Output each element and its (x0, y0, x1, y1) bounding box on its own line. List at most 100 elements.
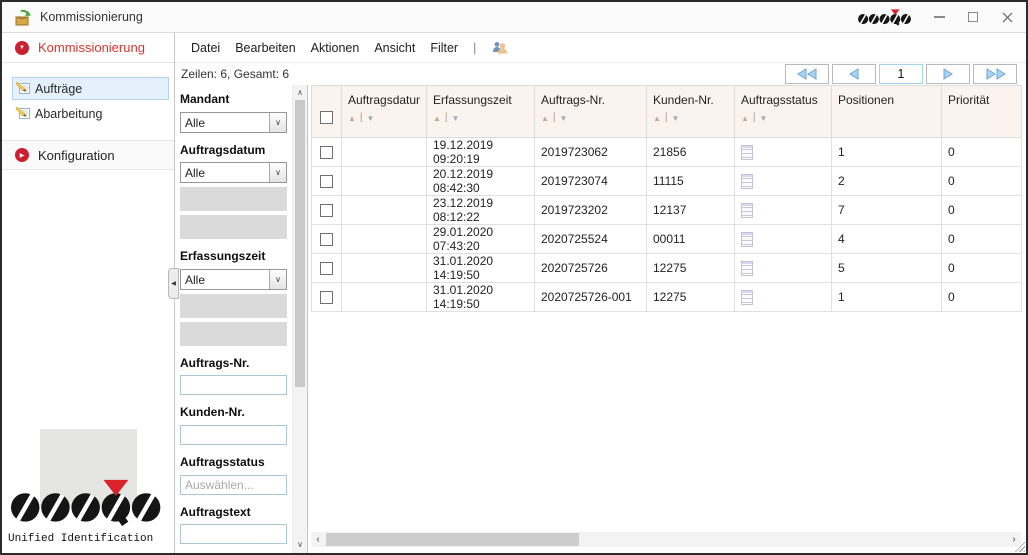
page-number-input[interactable]: 1 (879, 64, 923, 84)
sidebar-section-kommissionierung[interactable]: ▼ Kommissionierung (2, 33, 174, 63)
sidebar-section-konfiguration[interactable]: ▶ Konfiguration (2, 140, 174, 170)
scroll-up-icon[interactable]: ∧ (293, 86, 307, 100)
column-label: Auftrags-Nr. (541, 93, 640, 107)
sidebar: ▼ Kommissionierung Aufträge Abarbeitung ▶… (2, 33, 175, 553)
maximize-button[interactable] (964, 8, 982, 26)
prev-page-button[interactable] (832, 64, 876, 84)
sidebar-item-label: Aufträge (35, 82, 82, 96)
select-value: Alle (181, 270, 269, 289)
filter-label-erfassungszeit: Erfassungszeit (180, 249, 288, 265)
first-page-button[interactable] (785, 64, 829, 84)
row-select-cell (312, 167, 342, 196)
filter-input-auftrags-nr[interactable] (180, 375, 287, 395)
package-icon (12, 9, 32, 26)
filter-input-auftragsstatus[interactable] (180, 475, 287, 495)
cell-prioritat: 0 (942, 196, 1022, 225)
column-header-auftrags-nr[interactable]: Auftrags-Nr. ▲ | ▼ (535, 86, 647, 138)
sort-controls: ▲|▼ (741, 114, 825, 123)
sort-descending-icon[interactable]: ▼ (452, 115, 460, 123)
row-checkbox[interactable] (320, 146, 333, 159)
sort-ascending-icon[interactable]: ▲ (653, 115, 661, 123)
column-header-positionen: Positionen (832, 86, 942, 138)
sort-descending-icon[interactable]: ▼ (672, 115, 680, 123)
table-h-scrollbar[interactable]: ‹ › (311, 532, 1021, 547)
sidebar-section-label: Kommissionierung (38, 40, 145, 55)
cell-positionen: 5 (832, 254, 942, 283)
sort-ascending-icon[interactable]: ▲ (541, 115, 549, 123)
table-h-scrollbar-thumb[interactable] (326, 533, 579, 546)
filter-scrollbar[interactable]: ∧ ∨ (292, 85, 307, 553)
orders-table-area: Auftragsdatum▲|▼Erfassungszeit▲|▼Auftrag… (308, 85, 1026, 553)
filter-scrollbar-thumb[interactable] (295, 100, 305, 387)
column-header-auftragsstatus[interactable]: Auftragsstatus▲|▼ (735, 86, 832, 138)
column-header-erfassungszeit[interactable]: Erfassungszeit▲|▼ (427, 86, 535, 138)
document-icon (741, 232, 753, 247)
menu-item-datei[interactable]: Datei (191, 41, 220, 55)
cell-auftragsstatus (735, 167, 832, 196)
select-value: Alle (181, 113, 269, 132)
cell-auftrags-nr: 2019723202 (535, 196, 647, 225)
document-icon (741, 145, 753, 160)
filter-select-mandant[interactable]: Alle∨ (180, 112, 287, 133)
content-area: DateiBearbeitenAktionenAnsichtFilter | Z… (175, 33, 1026, 553)
filter-select-auftragsdatum[interactable]: Alle∨ (180, 162, 287, 183)
section-collapsed-icon: ▶ (15, 148, 29, 162)
menu-item-aktionen[interactable]: Aktionen (311, 41, 360, 55)
row-checkbox[interactable] (320, 262, 333, 275)
row-checkbox[interactable] (320, 204, 333, 217)
sort-descending-icon[interactable]: ▼ (560, 115, 568, 123)
cell-erfassungszeit: 29.01.2020 07:43:20 (427, 225, 535, 254)
cell-positionen: 2 (832, 167, 942, 196)
row-select-cell (312, 254, 342, 283)
cosys-logo-large: Unified Identification (2, 429, 170, 545)
sidebar-items: Aufträge Abarbeitung (2, 63, 174, 133)
row-checkbox[interactable] (320, 175, 333, 188)
column-label: Positionen (838, 93, 935, 107)
minimize-button[interactable] (930, 8, 948, 26)
column-header-auftragsdatum[interactable]: Auftragsdatum▲|▼ (342, 86, 427, 138)
cell-kunden-nr: 11115 (647, 167, 735, 196)
cell-positionen: 4 (832, 225, 942, 254)
scroll-down-icon[interactable]: ∨ (293, 538, 307, 552)
cell-auftrags-nr: 2019723062 (535, 138, 647, 167)
filter-label-auftrags-nr: Auftrags-Nr. (180, 356, 288, 372)
cell-auftragsstatus (735, 196, 832, 225)
sort-ascending-icon[interactable]: ▲ (741, 115, 749, 123)
menu-item-filter[interactable]: Filter (430, 41, 458, 55)
select-all-checkbox[interactable] (320, 111, 333, 124)
close-button[interactable] (998, 8, 1016, 26)
scroll-left-icon[interactable]: ‹ (311, 532, 325, 547)
select-all-header (312, 86, 342, 138)
column-header-kunden-nr[interactable]: Kunden-Nr.▲|▼ (647, 86, 735, 138)
cell-auftragsdatum (342, 196, 427, 225)
menu-item-ansicht[interactable]: Ansicht (374, 41, 415, 55)
sidebar-item-abarbeitung[interactable]: Abarbeitung (12, 102, 169, 125)
last-page-button[interactable] (973, 64, 1017, 84)
cell-auftragsstatus (735, 283, 832, 312)
sort-ascending-icon[interactable]: ▲ (348, 115, 356, 123)
filter-input-auftragstext[interactable] (180, 524, 287, 544)
sidebar-item-auftrage[interactable]: Aufträge (12, 77, 169, 100)
scroll-right-icon[interactable]: › (1007, 532, 1021, 547)
row-select-cell (312, 225, 342, 254)
double-right-arrow-icon (985, 68, 1006, 80)
filter-select-erfassungszeit[interactable]: Alle∨ (180, 269, 287, 290)
next-page-button[interactable] (926, 64, 970, 84)
menu-item-bearbeiten[interactable]: Bearbeiten (235, 41, 295, 55)
table-row: 23.12.2019 08:12:2220197232021213770 (312, 196, 1022, 225)
users-icon[interactable] (491, 41, 508, 54)
panel-collapse-handle[interactable]: ◀ (168, 268, 179, 299)
date-range-box (180, 294, 287, 318)
double-left-arrow-icon (797, 68, 818, 80)
sort-descending-icon[interactable]: ▼ (367, 115, 375, 123)
sort-descending-icon[interactable]: ▼ (760, 115, 768, 123)
row-checkbox[interactable] (320, 233, 333, 246)
table-row: 31.01.2020 14:19:502020725726-0011227510 (312, 283, 1022, 312)
sort-ascending-icon[interactable]: ▲ (433, 115, 441, 123)
cell-auftragsdatum (342, 138, 427, 167)
sort-separator: | (553, 113, 556, 123)
cosys-wordmark (7, 479, 167, 527)
cell-auftragsstatus (735, 225, 832, 254)
filter-input-kunden-nr[interactable] (180, 425, 287, 445)
row-checkbox[interactable] (320, 291, 333, 304)
